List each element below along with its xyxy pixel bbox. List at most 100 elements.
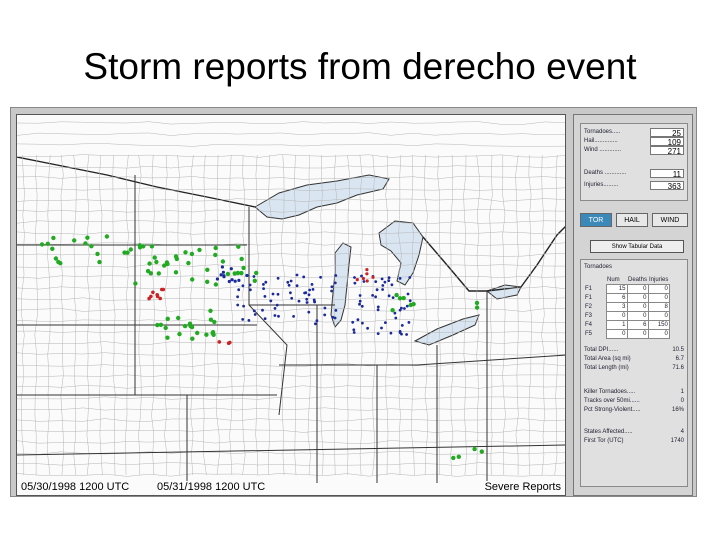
county-line xyxy=(17,286,565,290)
county-line xyxy=(138,154,142,476)
tornado-table: Num Deaths Injuries F1 15 0 0 F1 6 0 0 F2 3 0 8 F… xyxy=(584,276,670,339)
hail-report-marker xyxy=(50,246,55,251)
wind-report-marker xyxy=(360,304,364,308)
hail-report-marker xyxy=(89,244,94,249)
wind-report-marker xyxy=(381,284,385,287)
hail-report-marker xyxy=(236,244,241,249)
wind-report-marker xyxy=(384,321,387,324)
county-line xyxy=(17,407,565,411)
hail-report-marker xyxy=(56,259,61,265)
hail-report-marker xyxy=(401,295,406,301)
county-line xyxy=(411,154,415,476)
stat-row: Killer Tornadoes..... 1 xyxy=(584,389,684,395)
wind-report-marker xyxy=(297,299,301,303)
wind-report-marker xyxy=(334,309,338,312)
county-line xyxy=(17,121,565,125)
tornado-report-marker xyxy=(147,296,151,301)
tornado-report-marker xyxy=(217,340,222,344)
wind-report-marker xyxy=(333,281,337,285)
hail-report-marker xyxy=(163,325,168,331)
summary-box: Tornadoes..... 25 Hail.............. 109… xyxy=(580,123,688,201)
county-line xyxy=(528,154,532,476)
wind-report-marker xyxy=(275,303,279,307)
hail-report-marker xyxy=(187,321,193,326)
map-canvas xyxy=(17,121,565,483)
county-line xyxy=(385,154,389,476)
wind-report-marker xyxy=(362,280,366,283)
hail-report-marker xyxy=(162,263,167,268)
wind-report-marker xyxy=(330,289,333,293)
wind-report-marker xyxy=(353,281,357,285)
wind-report-marker xyxy=(360,274,363,278)
wind-report-marker xyxy=(305,297,309,301)
county-line xyxy=(17,352,565,356)
wind-report-marker xyxy=(215,277,219,281)
wind-report-marker xyxy=(289,279,293,283)
wind-report-marker xyxy=(295,284,299,288)
hail-report-marker xyxy=(456,454,461,459)
hail-report-marker xyxy=(45,241,50,246)
hail-report-marker xyxy=(208,308,213,313)
table-header: Num Deaths Injuries xyxy=(584,276,669,285)
county-line xyxy=(99,154,103,476)
wind-report-marker xyxy=(334,274,338,277)
wind-report-marker xyxy=(252,309,256,313)
deaths-label: Deaths ............. xyxy=(584,170,627,176)
wind-report-marker xyxy=(400,324,404,327)
hail-report-marker xyxy=(239,270,244,276)
header-injuries: Injuries xyxy=(649,277,669,283)
hail-report-marker xyxy=(190,336,195,341)
hail-report-marker xyxy=(152,255,157,260)
wind-report-marker xyxy=(221,270,225,274)
county-line xyxy=(17,275,565,279)
wind-report-marker xyxy=(249,288,252,292)
wind-report-marker xyxy=(248,283,252,287)
lake-erie xyxy=(413,314,480,346)
wind-report-marker xyxy=(276,292,280,296)
wind-report-marker xyxy=(220,265,224,269)
tab-wind[interactable]: WIND xyxy=(652,213,688,227)
county-line xyxy=(359,154,363,476)
tab-tor[interactable]: TOR xyxy=(580,213,612,227)
tornado-report-marker xyxy=(228,340,232,345)
county-line xyxy=(47,154,51,476)
wind-report-marker xyxy=(308,288,311,292)
hail-report-marker xyxy=(479,449,484,454)
wind-report-marker xyxy=(236,303,240,307)
county-line xyxy=(541,154,545,476)
wind-report-marker xyxy=(387,294,391,298)
wind-report-marker xyxy=(237,278,241,282)
hail-report-marker xyxy=(472,446,477,452)
wind-report-marker xyxy=(230,278,234,282)
county-line xyxy=(17,220,565,224)
county-line xyxy=(86,154,90,476)
wind-report-marker xyxy=(295,273,299,277)
county-line xyxy=(450,154,454,476)
county-line xyxy=(17,385,565,389)
hail-report-marker xyxy=(173,254,179,259)
county-line xyxy=(34,154,38,475)
tornado-report-marker xyxy=(365,272,369,276)
wind-report-marker xyxy=(289,291,292,295)
wind-report-marker xyxy=(381,288,384,291)
county-line xyxy=(17,440,565,444)
tab-hail[interactable]: HAIL xyxy=(616,213,648,227)
wind-report-marker xyxy=(391,296,395,299)
county-line xyxy=(190,154,194,476)
storm-report-map[interactable]: 05/30/1998 1200 UTC 05/31/1998 1200 UTC … xyxy=(16,114,566,496)
show-tabular-data-button[interactable]: Show Tabular Data xyxy=(590,240,684,253)
hail-report-marker xyxy=(190,277,195,282)
injuries-count: 363 xyxy=(650,181,684,191)
table-row: F4 1 6 150 xyxy=(585,320,670,330)
hail-report-marker xyxy=(147,261,152,266)
hail-report-marker xyxy=(208,317,214,322)
county-line xyxy=(60,154,64,476)
hail-report-marker xyxy=(394,292,399,298)
header-num: Num xyxy=(607,277,620,283)
wind-report-marker xyxy=(237,288,241,292)
wind-report-marker xyxy=(353,276,356,279)
wind-report-marker xyxy=(323,306,327,310)
wind-report-marker xyxy=(408,276,412,279)
hail-report-marker xyxy=(390,308,395,313)
tornado-report-marker xyxy=(361,276,365,281)
